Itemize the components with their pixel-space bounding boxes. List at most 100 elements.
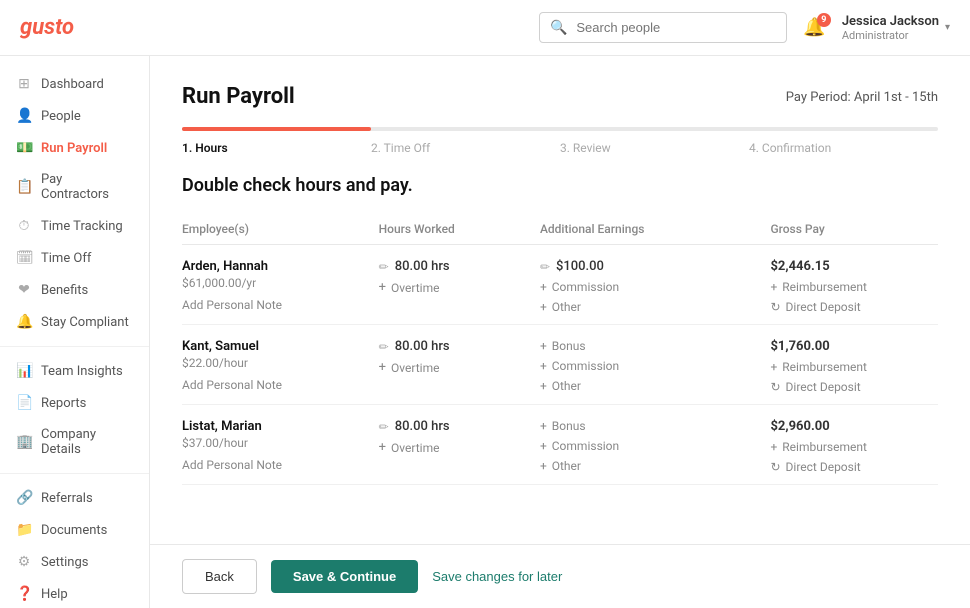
back-button[interactable]: Back: [182, 559, 257, 594]
plus-icon: +: [379, 440, 386, 455]
plus-icon: +: [379, 280, 386, 295]
sidebar-item-referrals[interactable]: 🔗 Referrals: [0, 482, 149, 514]
sidebar-item-people[interactable]: 👤 People: [0, 100, 149, 132]
employee-rate: $22.00/hour: [182, 356, 367, 370]
bell-button[interactable]: 🔔 9: [803, 17, 825, 38]
employee-name: Listat, Marian: [182, 419, 367, 434]
sidebar-divider-2: [0, 473, 149, 474]
section-title: Double check hours and pay.: [182, 175, 938, 196]
add-reimbursement[interactable]: +Reimbursement: [770, 360, 926, 374]
sidebar-item-benefits[interactable]: ❤ Benefits: [0, 274, 149, 306]
add-overtime[interactable]: + Overtime: [379, 360, 528, 375]
edit-icon[interactable]: ✏: [379, 420, 389, 434]
add-earnings-row[interactable]: +Commission: [540, 280, 759, 294]
add-earnings-row[interactable]: +Other: [540, 300, 759, 314]
sidebar-item-label: Time Off: [41, 251, 91, 266]
settings-icon: ⚙: [16, 554, 32, 570]
sidebar-item-label: Reports: [41, 396, 86, 411]
hours-value: ✏ 80.00 hrs: [379, 339, 528, 354]
add-earnings-row[interactable]: +Bonus: [540, 339, 759, 353]
direct-deposit[interactable]: ↻Direct Deposit: [770, 380, 926, 394]
contractors-icon: 📋: [16, 179, 32, 195]
earnings-cell: +Bonus +Commission +Other: [540, 419, 759, 473]
progress-wrap: 1. Hours 2. Time Off 3. Review 4. Confir…: [182, 127, 938, 155]
gross-amount: $1,760.00: [770, 339, 926, 354]
col-employees: Employee(s): [182, 214, 379, 245]
hours-value: ✏ 80.00 hrs: [379, 259, 528, 274]
add-overtime[interactable]: + Overtime: [379, 440, 528, 455]
add-earnings-row[interactable]: +Bonus: [540, 419, 759, 433]
employee-name: Kant, Samuel: [182, 339, 367, 354]
direct-deposit[interactable]: ↻Direct Deposit: [770, 460, 926, 474]
add-note-link[interactable]: Add Personal Note: [182, 370, 367, 402]
time-tracking-icon: ⏱: [16, 218, 32, 234]
gross-amount: $2,960.00: [770, 419, 926, 434]
hours-cell: ✏ 80.00 hrs + Overtime: [379, 419, 528, 455]
bell-badge: 9: [817, 13, 831, 27]
gross-amount: $2,446.15: [770, 259, 926, 274]
sidebar-item-pay-contractors[interactable]: 📋 Pay Contractors: [0, 164, 149, 210]
search-input[interactable]: [539, 12, 787, 43]
earnings-amount: ✏$100.00: [540, 259, 759, 274]
sidebar-item-stay-compliant[interactable]: 🔔 Stay Compliant: [0, 306, 149, 338]
gross-cell: $1,760.00 +Reimbursement ↻Direct Deposit: [770, 339, 926, 394]
sidebar-item-time-off[interactable]: 🗓 Time Off: [0, 242, 149, 274]
step-confirmation[interactable]: 4. Confirmation: [749, 141, 938, 155]
layout: ⊞ Dashboard 👤 People 💵 Run Payroll 📋 Pay…: [0, 56, 970, 608]
benefits-icon: ❤: [16, 282, 32, 298]
direct-deposit[interactable]: ↻Direct Deposit: [770, 300, 926, 314]
user-menu[interactable]: Jessica Jackson Administrator ▾: [842, 14, 950, 42]
sidebar-item-help[interactable]: ❓ Help: [0, 578, 149, 608]
add-overtime[interactable]: + Overtime: [379, 280, 528, 295]
edit-icon[interactable]: ✏: [379, 340, 389, 354]
sidebar-item-label: Documents: [41, 523, 107, 538]
sidebar-item-settings[interactable]: ⚙ Settings: [0, 546, 149, 578]
sidebar: ⊞ Dashboard 👤 People 💵 Run Payroll 📋 Pay…: [0, 56, 150, 608]
save-later-button[interactable]: Save changes for later: [432, 569, 562, 584]
add-earnings-row[interactable]: +Commission: [540, 359, 759, 373]
employee-name: Arden, Hannah: [182, 259, 367, 274]
logo: gusto: [20, 15, 74, 40]
sidebar-item-label: People: [41, 109, 81, 124]
sidebar-item-run-payroll[interactable]: 💵 Run Payroll: [0, 132, 149, 164]
sidebar-item-label: Team Insights: [41, 364, 123, 379]
sidebar-item-reports[interactable]: 📄 Reports: [0, 387, 149, 419]
edit-icon[interactable]: ✏: [379, 260, 389, 274]
time-off-icon: 🗓: [16, 250, 32, 266]
sidebar-item-company-details[interactable]: 🏢 Company Details: [0, 419, 149, 465]
reports-icon: 📄: [16, 395, 32, 411]
add-reimbursement[interactable]: +Reimbursement: [770, 440, 926, 454]
table-row: Listat, Marian $37.00/hour Add Personal …: [182, 405, 938, 485]
step-hours[interactable]: 1. Hours: [182, 141, 371, 155]
chevron-down-icon: ▾: [945, 22, 950, 33]
page-title: Run Payroll: [182, 84, 295, 109]
pay-period: Pay Period: April 1st - 15th: [786, 90, 938, 105]
add-note-link[interactable]: Add Personal Note: [182, 290, 367, 322]
sidebar-item-dashboard[interactable]: ⊞ Dashboard: [0, 68, 149, 100]
user-role: Administrator: [842, 29, 939, 42]
hours-cell: ✏ 80.00 hrs + Overtime: [379, 259, 528, 295]
payroll-table: Employee(s) Hours Worked Additional Earn…: [182, 214, 938, 485]
earnings-cell: +Bonus +Commission +Other: [540, 339, 759, 393]
sidebar-item-label: Dashboard: [41, 77, 104, 92]
add-earnings-row[interactable]: +Other: [540, 459, 759, 473]
step-time-off[interactable]: 2. Time Off: [371, 141, 560, 155]
save-continue-button[interactable]: Save & Continue: [271, 560, 418, 593]
topnav: gusto 🔍 🔔 9 Jessica Jackson Administrato…: [0, 0, 970, 56]
progress-track: [182, 127, 938, 131]
sidebar-item-time-tracking[interactable]: ⏱ Time Tracking: [0, 210, 149, 242]
add-reimbursement[interactable]: +Reimbursement: [770, 280, 926, 294]
sidebar-divider: [0, 346, 149, 347]
step-review[interactable]: 3. Review: [560, 141, 749, 155]
referrals-icon: 🔗: [16, 490, 32, 506]
sidebar-item-label: Referrals: [41, 491, 93, 506]
company-icon: 🏢: [16, 434, 32, 450]
add-earnings-row[interactable]: +Commission: [540, 439, 759, 453]
add-note-link[interactable]: Add Personal Note: [182, 450, 367, 482]
sidebar-item-team-insights[interactable]: 📊 Team Insights: [0, 355, 149, 387]
add-earnings-row[interactable]: +Other: [540, 379, 759, 393]
col-hours: Hours Worked: [379, 214, 540, 245]
sidebar-item-documents[interactable]: 📁 Documents: [0, 514, 149, 546]
sidebar-item-label: Pay Contractors: [41, 172, 133, 202]
progress-fill: [182, 127, 371, 131]
